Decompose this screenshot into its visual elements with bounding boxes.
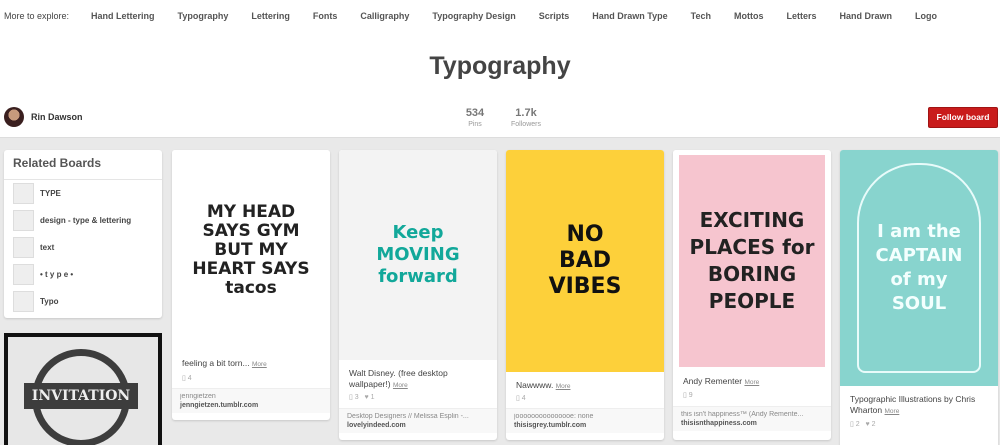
- pins-label: Pins: [468, 121, 482, 128]
- pin-art-text: NO BAD VIBES: [548, 222, 622, 299]
- explore-tag-hand-lettering[interactable]: Hand Lettering: [91, 11, 155, 21]
- pin-image: MY HEAD SAYS GYM BUT MY HEART SAYS tacos: [172, 150, 330, 350]
- pin-card[interactable]: EXCITING PLACES for BORING PEOPLE Andy R…: [673, 150, 831, 440]
- pin-image: I am the CAPTAIN of my SOUL: [840, 150, 998, 386]
- explore-tag-fonts[interactable]: Fonts: [313, 11, 338, 21]
- source-domain: thisisgrey.tumblr.com: [514, 422, 587, 429]
- explore-tag-typography-design[interactable]: Typography Design: [432, 11, 515, 21]
- pinner-name: jenngietzen: [180, 393, 216, 400]
- explore-tag-logo[interactable]: Logo: [915, 11, 937, 21]
- related-board-label: TYPE: [40, 189, 61, 198]
- board-thumbnail: [13, 291, 34, 312]
- pins-count: 534: [465, 107, 485, 119]
- pin-description: Typographic Illustrations by Chris Whart…: [850, 394, 976, 415]
- badge-text: INVITATION: [24, 383, 138, 409]
- explore-tag-tech[interactable]: Tech: [691, 11, 711, 21]
- related-board-item[interactable]: • t y p e •: [4, 261, 162, 288]
- pin-source[interactable]: this isn't happiness™ (Andy Remente... t…: [673, 406, 831, 431]
- related-boards-panel: Related Boards TYPE design - type & lett…: [4, 150, 162, 318]
- pin-description: Walt Disney. (free desktop wallpaper!) M…: [349, 368, 448, 389]
- pin-source[interactable]: jenngietzen jenngietzen.tumblr.com: [172, 388, 330, 413]
- explore-tag-hand-drawn-type[interactable]: Hand Drawn Type: [592, 11, 667, 21]
- pinner-name: Desktop Designers // Melissa Esplin -...: [347, 413, 469, 420]
- owner-avatar[interactable]: [4, 107, 24, 127]
- related-board-item[interactable]: Typo: [4, 288, 162, 315]
- pinner-name: this isn't happiness™ (Andy Remente...: [681, 411, 804, 418]
- poster-background: EXCITING PLACES for BORING PEOPLE: [679, 155, 825, 367]
- more-link[interactable]: More: [885, 408, 900, 415]
- pin-description: Andy Rementer More: [683, 376, 760, 386]
- related-board-label: Typo: [40, 297, 59, 306]
- pin-card[interactable]: Keep MOVING forward Walt Disney. (free d…: [339, 150, 497, 440]
- more-link[interactable]: More: [744, 379, 759, 386]
- explore-tag-lettering[interactable]: Lettering: [251, 11, 290, 21]
- explore-tag-hand-drawn[interactable]: Hand Drawn: [840, 11, 893, 21]
- pin-stats: ▯ 3 ♥ 1: [349, 394, 375, 401]
- related-boards-heading: Related Boards: [4, 150, 162, 180]
- owner-name[interactable]: Rin Dawson: [31, 112, 83, 122]
- pin-source[interactable]: jooooooooooooooe: none thisisgrey.tumblr…: [506, 408, 664, 433]
- pin-art-text: MY HEAD SAYS GYM BUT MY HEART SAYS tacos: [192, 201, 310, 298]
- explore-tag-typography[interactable]: Typography: [178, 11, 229, 21]
- explore-tag-mottos[interactable]: Mottos: [734, 11, 764, 21]
- explore-bar: More to explore: Hand Lettering Typograp…: [0, 0, 1000, 32]
- explore-tag-calligraphy[interactable]: Calligraphy: [360, 11, 409, 21]
- related-board-label: • t y p e •: [40, 270, 74, 279]
- related-board-item[interactable]: design - type & lettering: [4, 207, 162, 234]
- related-board-label: text: [40, 243, 55, 252]
- explore-tag-letters[interactable]: Letters: [786, 11, 816, 21]
- pin-stats: ▯ 9: [683, 392, 693, 399]
- more-link[interactable]: More: [252, 361, 267, 368]
- source-domain: thisisnthappiness.com: [681, 420, 757, 427]
- related-board-label: design - type & lettering: [40, 216, 132, 225]
- pin-image: EXCITING PLACES for BORING PEOPLE: [673, 150, 831, 372]
- follow-board-button[interactable]: Follow board: [928, 107, 998, 128]
- pin-description: feeling a bit torn... More: [182, 358, 267, 368]
- pin-image: Keep MOVING forward: [339, 150, 497, 360]
- explore-lead: More to explore:: [4, 11, 70, 21]
- source-domain: jenngietzen.tumblr.com: [180, 402, 259, 409]
- more-link[interactable]: More: [393, 382, 408, 389]
- pin-art-text: I am the CAPTAIN of my SOUL: [875, 221, 963, 314]
- pin-source[interactable]: Desktop Designers // Melissa Esplin -...…: [339, 408, 497, 433]
- related-board-item[interactable]: text: [4, 234, 162, 261]
- related-board-item[interactable]: TYPE: [4, 180, 162, 207]
- invitation-badge-pin[interactable]: INVITATION: [4, 333, 162, 445]
- pin-card[interactable]: MY HEAD SAYS GYM BUT MY HEART SAYS tacos…: [172, 150, 330, 420]
- more-link[interactable]: More: [556, 383, 571, 390]
- badge-image: INVITATION: [8, 337, 158, 445]
- pin-description: Nawwww. More: [516, 380, 571, 390]
- pin-stats: ▯ 4: [182, 375, 192, 382]
- followers-stat[interactable]: 1.7k Followers: [508, 107, 544, 128]
- pin-stats: ▯ 2 ♥ 2: [850, 421, 876, 428]
- explore-tag-scripts[interactable]: Scripts: [539, 11, 570, 21]
- pin-card[interactable]: I am the CAPTAIN of my SOUL Typographic …: [840, 150, 998, 445]
- board-header: Typography Rin Dawson 534 Pins 1.7k Foll…: [0, 32, 1000, 138]
- captain-frame: I am the CAPTAIN of my SOUL: [857, 163, 981, 373]
- pinner-name: jooooooooooooooe: none: [514, 413, 594, 420]
- board-thumbnail: [13, 210, 34, 231]
- board-thumbnail: [13, 183, 34, 204]
- pin-card[interactable]: NO BAD VIBES Nawwww. More ▯ 4 jooooooooo…: [506, 150, 664, 440]
- pins-stat[interactable]: 534 Pins: [460, 107, 490, 128]
- board-thumbnail: [13, 237, 34, 258]
- pin-stats: ▯ 4: [516, 395, 526, 402]
- pin-image: NO BAD VIBES: [506, 150, 664, 372]
- pin-art-text: EXCITING PLACES for BORING PEOPLE: [689, 208, 815, 313]
- pin-art-text: Keep MOVING forward: [376, 222, 460, 287]
- board-thumbnail: [13, 264, 34, 285]
- source-domain: lovelyindeed.com: [347, 422, 406, 429]
- board-title: Typography: [429, 52, 571, 80]
- followers-label: Followers: [511, 121, 541, 128]
- followers-count: 1.7k: [515, 107, 537, 119]
